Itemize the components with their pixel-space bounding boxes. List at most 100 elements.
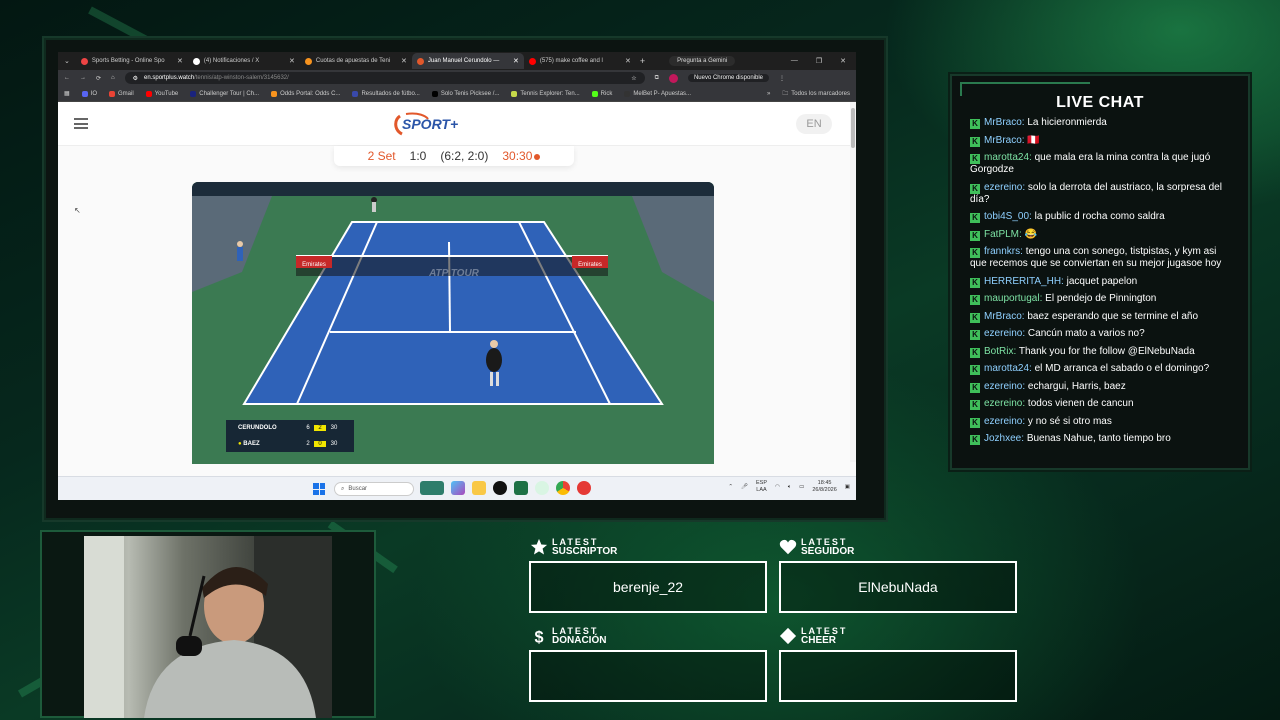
bookmark-star-icon[interactable]: ☆: [631, 75, 636, 82]
chat-username[interactable]: MrBraco: [984, 311, 1022, 322]
menu-kebab-icon[interactable]: ⋮: [779, 75, 785, 82]
chat-username[interactable]: ezereino: [984, 328, 1022, 339]
extensions-icon[interactable]: ⧉: [655, 75, 659, 82]
windows-start-icon[interactable]: [313, 483, 325, 495]
bookmark-item[interactable]: Rick: [591, 90, 612, 97]
bookmark-item[interactable]: IO: [81, 90, 97, 97]
chat-username[interactable]: marotta24: [984, 363, 1029, 374]
bookmark-item[interactable]: MelBet P- Apuestas...: [624, 90, 691, 97]
stat-type-label: CHEER: [801, 635, 837, 646]
widgets-icon[interactable]: [420, 481, 444, 495]
windows-taskbar: ⌕ Buscar ⌃ 🎤︎ ESP LAA ◠ 🔈︎ ▭ 18:45 26/8/202…: [58, 476, 856, 500]
back-arrow-icon[interactable]: ←: [64, 75, 70, 81]
taskbar-search[interactable]: ⌕ Buscar: [334, 482, 414, 496]
new-tab-plus-icon[interactable]: +: [640, 56, 645, 66]
forward-arrow-icon[interactable]: →: [80, 75, 86, 81]
site-info-icon[interactable]: ⚙: [133, 75, 138, 82]
minimize-icon[interactable]: —: [791, 57, 798, 65]
bookmark-label: Resultados de fútbo...: [361, 90, 420, 97]
chat-username[interactable]: MrBraco: [984, 117, 1022, 128]
chat-username[interactable]: ezereino: [984, 398, 1022, 409]
close-icon[interactable]: ✕: [401, 57, 407, 65]
chat-username[interactable]: mauportugal: [984, 293, 1040, 304]
hamburger-menu-icon[interactable]: [74, 118, 88, 129]
bookmark-item[interactable]: YouTube: [145, 90, 178, 97]
browser-tab[interactable]: Cuotas de apuestas de Teni ✕: [300, 53, 412, 69]
kick-badge-icon: K: [970, 248, 980, 258]
tiktok-icon[interactable]: [493, 481, 507, 495]
copilot-icon[interactable]: [451, 481, 465, 495]
profile-avatar[interactable]: [668, 73, 678, 83]
volume-icon[interactable]: 🔈︎: [788, 484, 791, 491]
notification-icon[interactable]: ▣: [845, 484, 850, 490]
close-icon[interactable]: ✕: [625, 57, 631, 65]
close-icon[interactable]: ✕: [177, 57, 183, 65]
microphone-icon[interactable]: 🎤︎: [741, 484, 748, 490]
chat-username[interactable]: FatPLM: [984, 229, 1019, 240]
bookmark-item[interactable]: Resultados de fútbo...: [352, 90, 420, 97]
chevron-up-icon[interactable]: ⌃: [728, 484, 733, 490]
excel-icon[interactable]: [514, 481, 528, 495]
bookmark-label: Challenger Tour | Ch...: [199, 90, 260, 97]
chrome-icon[interactable]: [556, 481, 570, 495]
chat-text: 🇵🇪: [1027, 134, 1040, 146]
bookmark-item[interactable]: Gmail: [109, 90, 134, 97]
all-bookmarks-folder[interactable]: 🗀 Todos los marcadores: [782, 89, 850, 99]
chat-username[interactable]: ezereino: [984, 182, 1022, 193]
search-icon: ⌕: [341, 485, 345, 492]
close-icon[interactable]: ✕: [513, 57, 519, 65]
browser-tab-active[interactable]: Juan Manuel Cerundolo — ✕: [411, 53, 524, 69]
home-icon[interactable]: ⌂: [111, 75, 115, 81]
sportplus-logo[interactable]: SPORT+: [392, 110, 486, 138]
diamond-icon: [779, 627, 797, 645]
reload-icon[interactable]: ⟳: [96, 75, 101, 82]
chat-username[interactable]: BotRix: [984, 346, 1013, 357]
logo-text: SPORT+: [402, 116, 458, 132]
app-icon[interactable]: [577, 481, 591, 495]
close-icon[interactable]: ✕: [289, 57, 295, 65]
chat-username[interactable]: HERRERITA_HH: [984, 276, 1061, 287]
taskbar-search-label: Buscar: [348, 486, 368, 492]
browser-tab[interactable]: Sports Betting - Online Spo ✕: [76, 53, 188, 69]
page-scrollbar[interactable]: [850, 102, 856, 462]
chat-username[interactable]: Jozhxee: [984, 433, 1021, 444]
browser-tab[interactable]: (575) make coffee and l ✕: [524, 53, 636, 69]
chat-username[interactable]: ezereino: [984, 416, 1022, 427]
bookmark-favicon-icon: [591, 90, 598, 97]
keyboard-language[interactable]: ESP LAA: [756, 480, 767, 494]
wifi-icon[interactable]: ◠: [775, 484, 780, 490]
browser-window-frame: ⌄ Sports Betting - Online Spo ✕ (4) Notif…: [44, 38, 886, 520]
close-window-icon[interactable]: ✕: [840, 57, 846, 65]
gemini-button[interactable]: Pregunta a Gemini: [669, 56, 736, 66]
latest-follower-header: LATEST SEGUIDOR: [779, 538, 854, 557]
live-video-player[interactable]: Emirates Emirates ATP TOUR CERUNDOLO 6 2…: [192, 182, 714, 464]
bookmarks-overflow-icon[interactable]: »: [767, 91, 770, 97]
clock[interactable]: 18:45 26/8/2026: [812, 480, 836, 494]
whatsapp-icon[interactable]: [535, 481, 549, 495]
bookmark-item[interactable]: Tennis Explorer: Ten...: [511, 90, 580, 97]
maximize-icon[interactable]: ❐: [816, 57, 822, 65]
bookmark-item[interactable]: Challenger Tour | Ch...: [190, 90, 260, 97]
url-bar[interactable]: ⚙ en.sportplus.watch/tennis/atp-winston-…: [124, 72, 645, 84]
chat-username[interactable]: marotta24: [984, 152, 1029, 163]
battery-icon[interactable]: ▭: [799, 484, 804, 490]
player-name: CERUNDOLO: [238, 425, 277, 431]
chevron-down-icon[interactable]: ⌄: [64, 57, 70, 65]
bookmark-item[interactable]: Odds Portal: Odds C...: [271, 90, 340, 97]
chat-username[interactable]: MrBraco: [984, 135, 1022, 146]
chat-username[interactable]: tobi4S_00: [984, 211, 1029, 222]
score-points: 30:30: [502, 149, 533, 163]
language-switch[interactable]: EN: [796, 114, 832, 134]
chat-username[interactable]: ezereino: [984, 381, 1022, 392]
chat-text: echargui, Harris, baez: [1027, 380, 1126, 392]
bookmark-item[interactable]: Solo Tenis Picksee /...: [431, 90, 499, 97]
chrome-update-button[interactable]: Nuevo Chrome disponible: [687, 74, 769, 82]
scrollbar-thumb[interactable]: [851, 108, 855, 148]
kick-badge-icon: K: [970, 295, 980, 305]
apps-grid-icon[interactable]: ▦: [64, 90, 70, 97]
browser-tab[interactable]: (4) Notificaciones / X ✕: [188, 53, 300, 69]
file-explorer-icon[interactable]: [472, 481, 486, 495]
lang-bottom: LAA: [756, 487, 767, 493]
chat-username[interactable]: frannkrs: [984, 246, 1020, 257]
chat-text: el MD arranca el sabado o el domingo?: [1034, 363, 1210, 374]
